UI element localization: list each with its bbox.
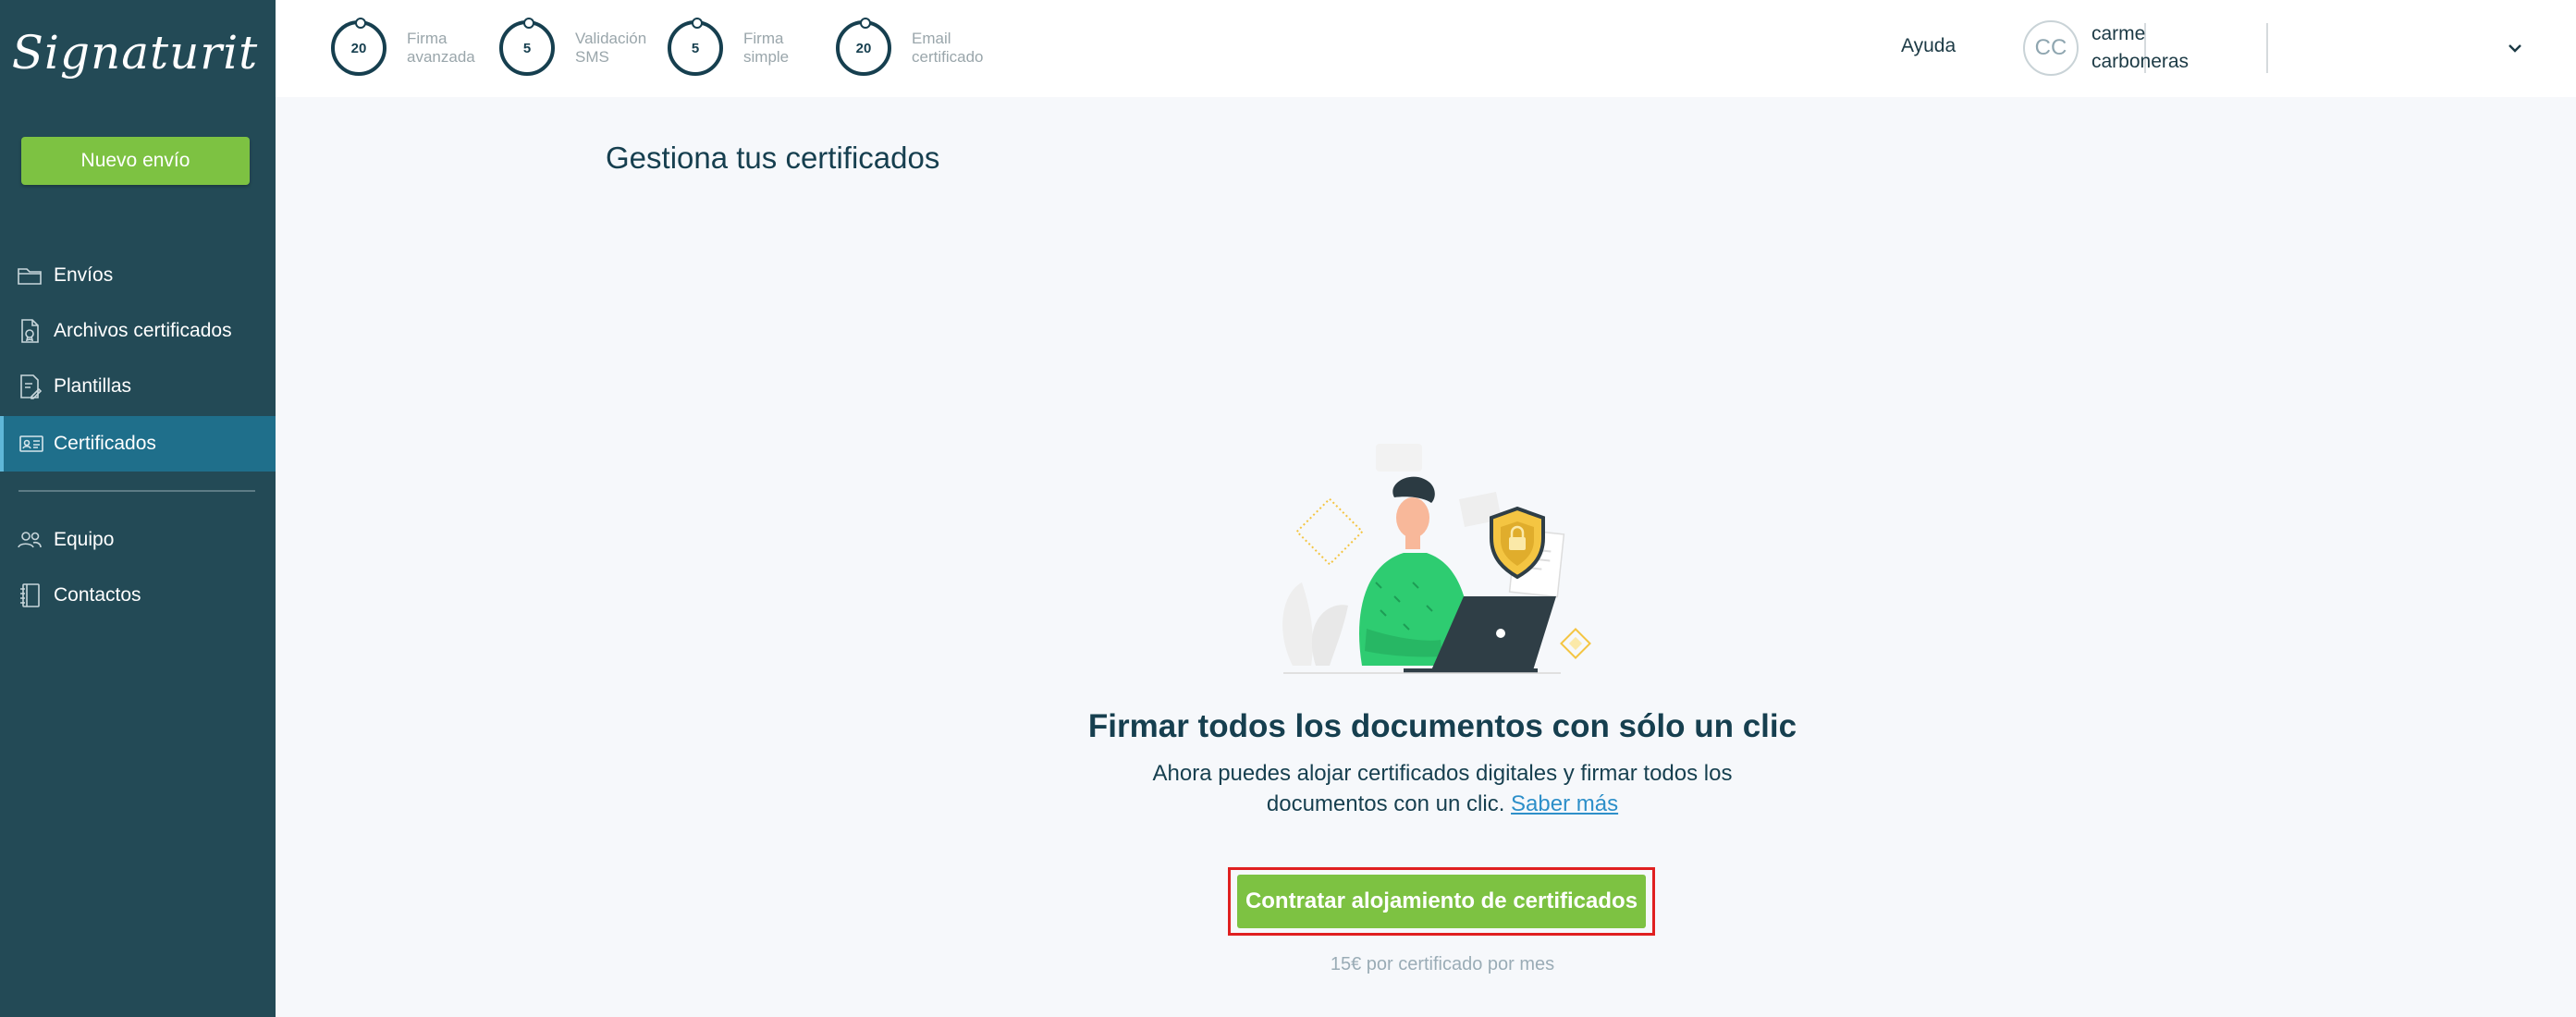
new-sending-button[interactable]: Nuevo envío xyxy=(21,137,250,185)
sidebar-item-envios[interactable]: Envíos xyxy=(0,248,276,303)
team-icon xyxy=(0,512,54,568)
sidebar-item-label: Envíos xyxy=(54,264,114,286)
avatar[interactable]: CC xyxy=(2023,20,2079,76)
chevron-down-icon[interactable] xyxy=(2504,37,2526,59)
sidebar-item-label: Certificados xyxy=(54,433,156,454)
user-name[interactable]: carme carboneras xyxy=(2091,20,2189,76)
sidebar-item-label: Plantillas xyxy=(54,375,132,397)
credit-label: Email certificado xyxy=(912,30,984,66)
address-book-icon xyxy=(0,568,54,623)
credit-label: Firma simple xyxy=(743,30,790,66)
credit-label: Validación SMS xyxy=(575,30,647,66)
credit-firma-avanzada: 20 Firma avanzada xyxy=(331,18,490,76)
credit-validacion-sms: 5 Validación SMS xyxy=(499,18,658,76)
certificate-illustration xyxy=(1282,444,1591,674)
sidebar-item-label: Equipo xyxy=(54,529,115,550)
top-bar: 20 Firma avanzada 5 Validación SMS 5 Fir… xyxy=(276,0,2576,97)
page-title: Gestiona tus certificados xyxy=(606,141,940,175)
empty-state-headline: Firmar todos los documentos con sólo un … xyxy=(1087,708,1797,744)
user-last-name: carboneras xyxy=(2091,51,2190,72)
sidebar-item-plantillas[interactable]: Plantillas xyxy=(0,359,276,414)
credit-counter: 20 xyxy=(331,18,386,76)
sidebar-item-archivos-certificados[interactable]: Archivos certificados xyxy=(0,303,276,359)
sidebar-item-equipo[interactable]: Equipo xyxy=(0,512,276,568)
sidebar-divider xyxy=(18,490,255,492)
credit-firma-simple: 5 Firma simple xyxy=(668,18,827,76)
user-first-name: carme xyxy=(2091,23,2146,44)
description-text: Ahora puedes alojar certificados digital… xyxy=(1152,761,1733,816)
signaturit-logo[interactable]: Signaturit xyxy=(12,20,258,85)
credit-email-certificado: 20 Email certificado xyxy=(836,18,995,76)
certified-file-icon xyxy=(0,303,54,359)
credit-counter: 5 xyxy=(499,18,555,76)
hire-certificate-hosting-button[interactable]: Contratar alojamiento de certificados xyxy=(1237,875,1646,928)
sidebar-item-label: Contactos xyxy=(54,584,141,606)
sidebar-item-label: Archivos certificados xyxy=(54,320,232,341)
credit-label: Firma avanzada xyxy=(407,30,475,66)
topbar-divider xyxy=(2266,23,2268,73)
folder-icon xyxy=(0,248,54,303)
sidebar-item-contactos[interactable]: Contactos xyxy=(0,568,276,623)
id-card-icon xyxy=(4,416,54,472)
empty-state-description: Ahora puedes alojar certificados digital… xyxy=(1110,758,1775,819)
sidebar-item-certificados[interactable]: Certificados xyxy=(0,416,276,472)
help-link[interactable]: Ayuda xyxy=(1901,35,1956,57)
template-icon xyxy=(0,359,54,414)
learn-more-link[interactable]: Saber más xyxy=(1511,791,1618,816)
price-note: 15€ por certificado por mes xyxy=(1330,954,1555,974)
credit-counter: 20 xyxy=(836,18,891,76)
credit-counter: 5 xyxy=(668,18,723,76)
sidebar: Signaturit Nuevo envío Envíos Archivos c… xyxy=(0,0,276,1017)
